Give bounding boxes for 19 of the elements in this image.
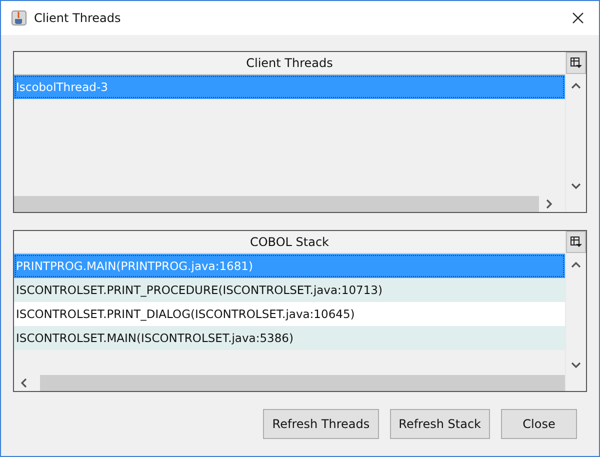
table-menu-icon[interactable]	[570, 236, 582, 248]
scroll-right-icon[interactable]	[545, 199, 553, 209]
table-row[interactable]: ISCONTROLSET.MAIN(ISCONTROLSET.java:5386)	[14, 326, 565, 350]
column-control-button[interactable]	[566, 52, 586, 74]
scroll-down-icon[interactable]	[571, 182, 581, 190]
table-menu-icon[interactable]	[570, 57, 582, 69]
scroll-up-icon[interactable]	[571, 261, 581, 269]
table-row[interactable]: ISCONTROLSET.PRINT_DIALOG(ISCONTROLSET.java:10645)	[14, 302, 565, 326]
window-title: Client Threads	[34, 11, 122, 25]
column-control-button[interactable]	[566, 231, 586, 253]
scroll-left-icon[interactable]	[20, 378, 28, 388]
dialog-button[interactable]: Close	[501, 409, 577, 439]
dialog-button[interactable]: Refresh Threads	[263, 409, 379, 439]
scroll-down-icon[interactable]	[571, 361, 581, 369]
dialog-button[interactable]: Refresh Stack	[390, 409, 490, 439]
table-row[interactable]: ISCONTROLSET.PRINT_PROCEDURE(ISCONTROLSET.java:10713)	[14, 278, 565, 302]
scroll-up-icon[interactable]	[571, 82, 581, 90]
close-icon[interactable]	[572, 12, 584, 24]
coffee-cup-icon	[11, 10, 27, 26]
